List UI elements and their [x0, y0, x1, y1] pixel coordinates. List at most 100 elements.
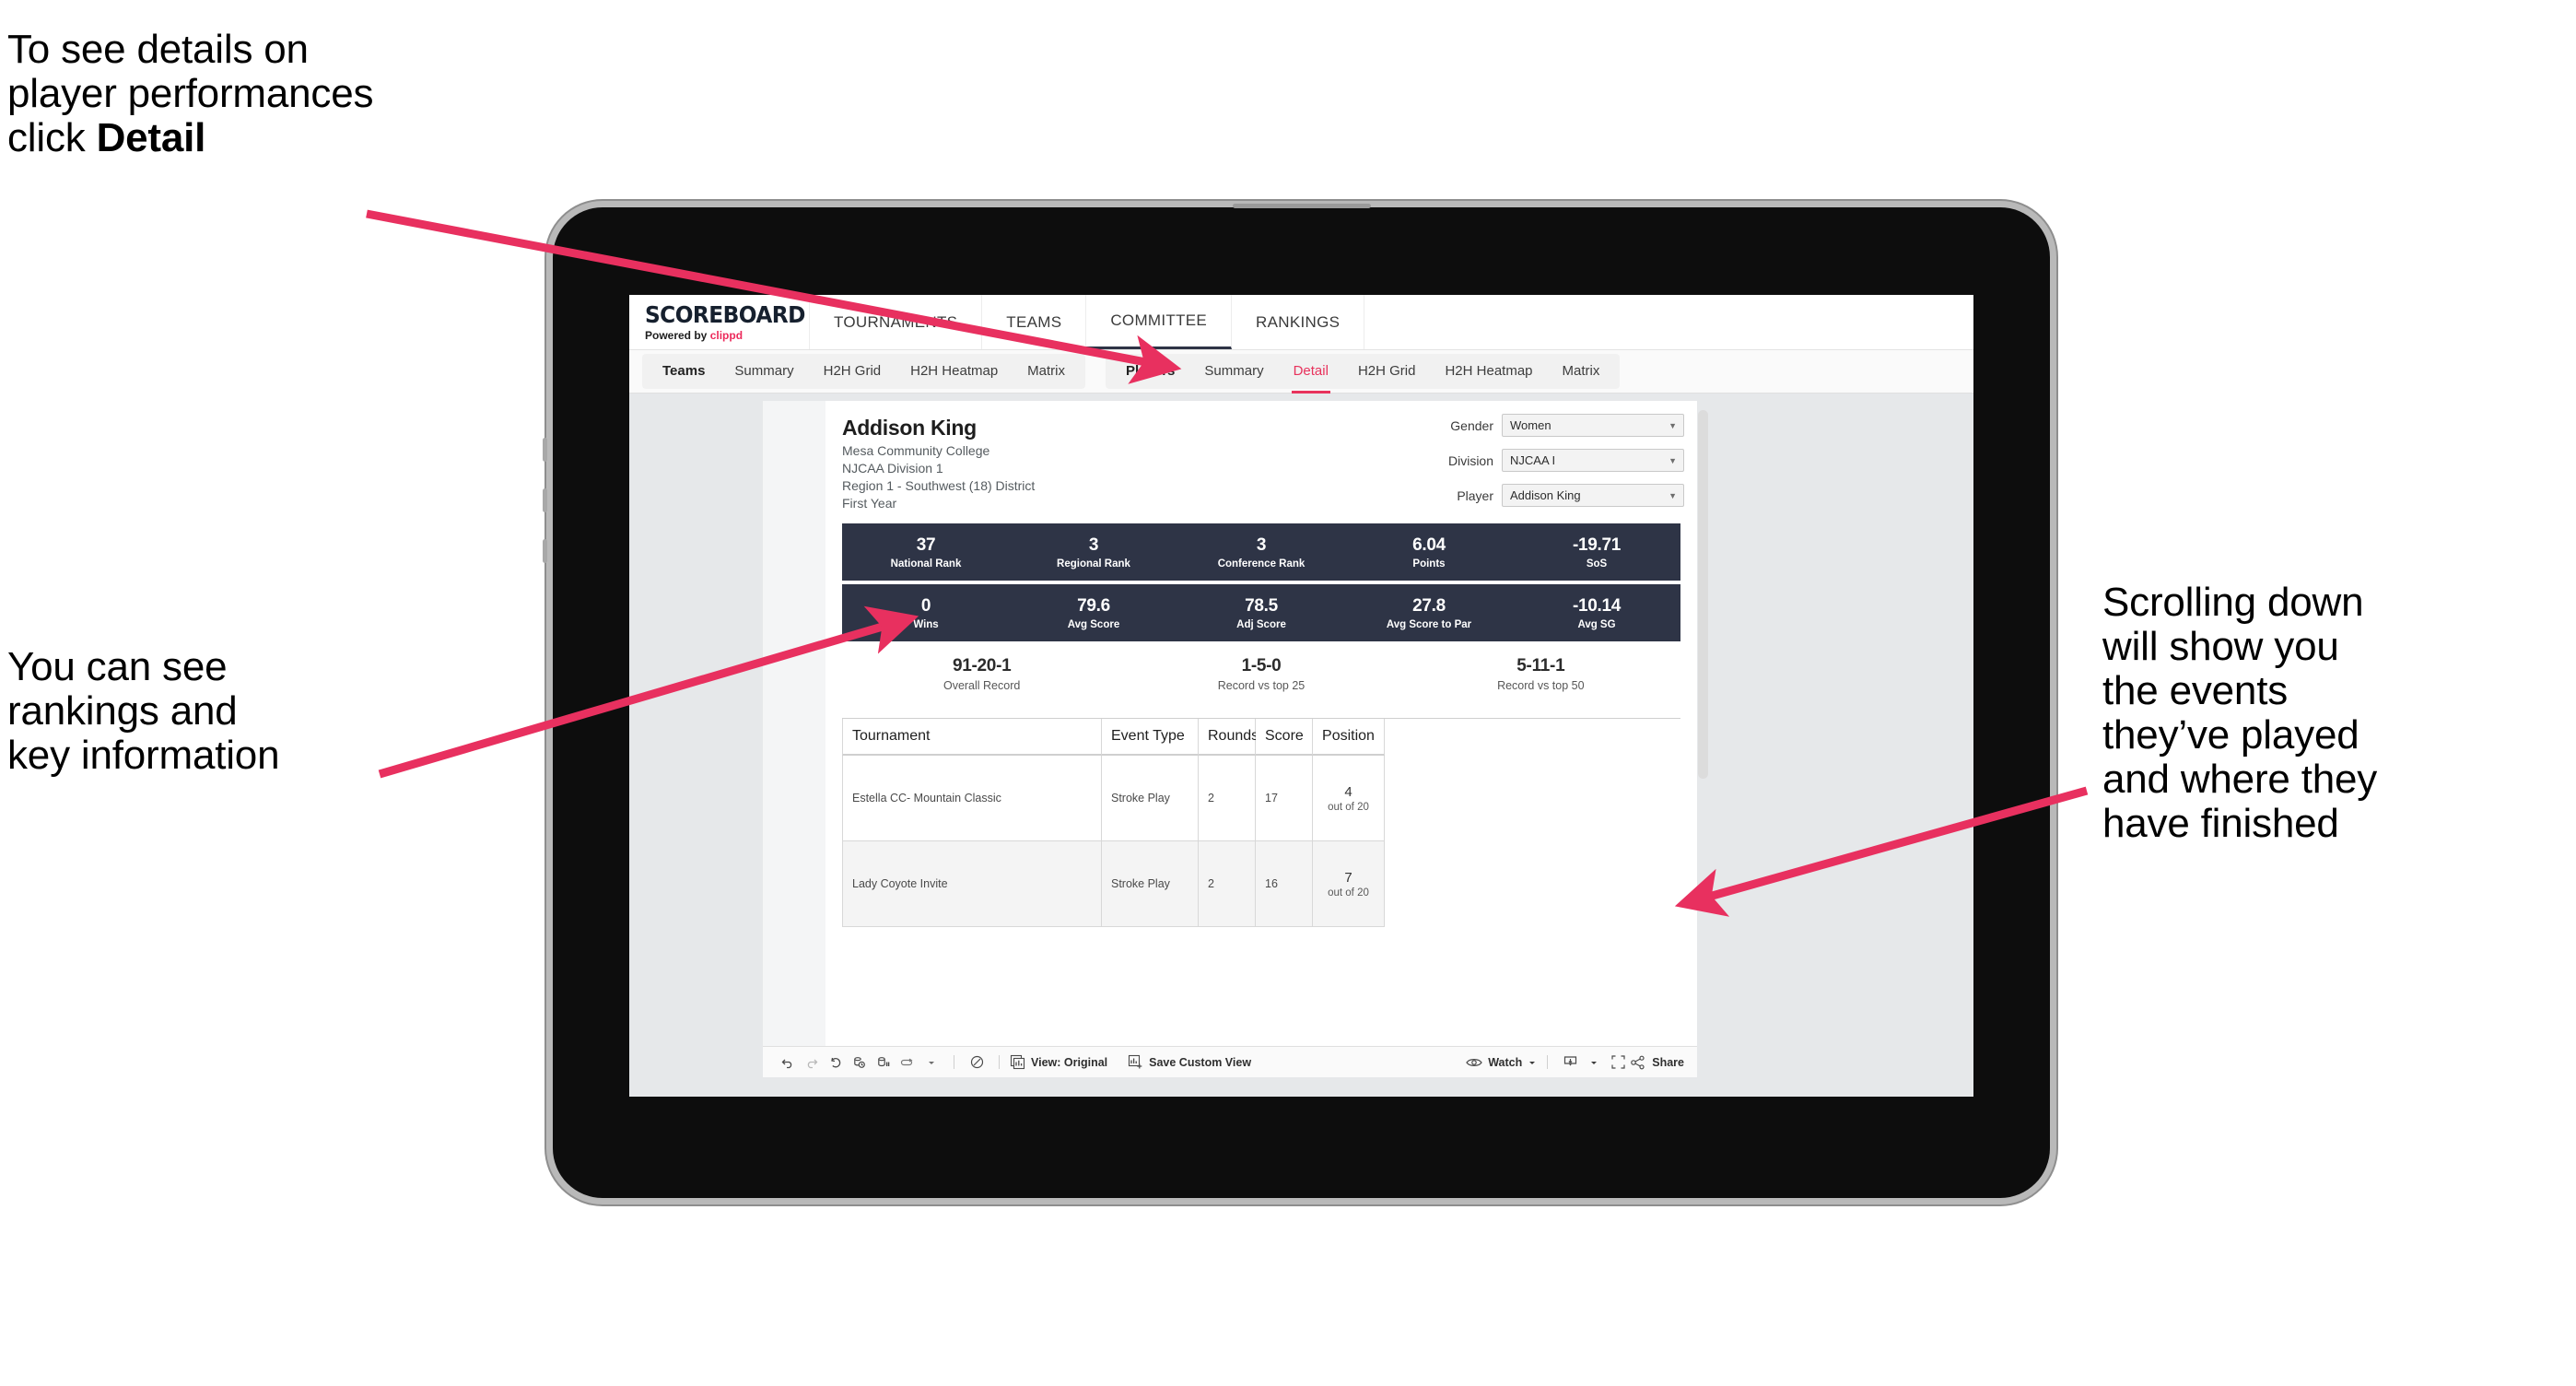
filter-player-value: Addison King: [1510, 488, 1581, 502]
stat-wins-label: Wins: [913, 618, 939, 630]
share-label: Share: [1652, 1055, 1684, 1069]
highlight-icon[interactable]: [965, 1054, 989, 1070]
subnav-item-teams-matrix[interactable]: Matrix: [1013, 354, 1080, 389]
chevron-down-icon: ▼: [1669, 490, 1677, 500]
filter-gender-select[interactable]: Women ▼: [1502, 414, 1684, 437]
callout-detail-bold: Detail: [96, 114, 206, 160]
chevron-down-icon: [1529, 1061, 1536, 1064]
fullscreen-icon[interactable]: [1606, 1054, 1630, 1070]
stat-avg-score-to-par-label: Avg Score to Par: [1386, 618, 1472, 630]
stat-points-label: Points: [1412, 558, 1446, 570]
record-vs-top-25: 1-5-0 Record vs top 25: [1121, 656, 1400, 692]
app-header: SCOREBOARD Powered by clippd TOURNAMENTS…: [629, 295, 1973, 350]
stat-wins: 0 Wins: [842, 596, 1010, 630]
share-button[interactable]: Share: [1630, 1055, 1684, 1070]
watch-button[interactable]: Watch: [1466, 1056, 1537, 1069]
record-vs-top-50-label: Record vs top 50: [1497, 679, 1585, 692]
filter-player-label: Player: [1457, 487, 1493, 503]
record-vs-top-50-value: 5-11-1: [1516, 656, 1565, 675]
table-row[interactable]: Lady Coyote Invite Stroke Play 2 16 7 ou…: [842, 841, 1680, 927]
dashboard-area: Addison King Mesa Community College NJCA…: [629, 393, 1973, 1097]
tablet-side-button-volume-up: [543, 438, 547, 462]
tournament-table: Tournament Event Type Rounds Score Posit…: [842, 718, 1680, 927]
stat-sos-label: SoS: [1586, 558, 1608, 570]
save-custom-view-button[interactable]: Save Custom View: [1128, 1054, 1251, 1070]
column-header-score: Score: [1256, 719, 1313, 756]
cell-position: 4 out of 20: [1313, 756, 1385, 841]
refresh-data-icon[interactable]: [848, 1055, 872, 1070]
watch-label: Watch: [1488, 1055, 1523, 1069]
chevron-down-icon[interactable]: [919, 1058, 943, 1067]
subnav-item-teams-h2h-grid[interactable]: H2H Grid: [809, 354, 896, 389]
player-detail-panel: Addison King Mesa Community College NJCA…: [825, 401, 1708, 1057]
pause-auto-update-icon[interactable]: [896, 1055, 919, 1070]
column-header-tournament: Tournament: [842, 719, 1102, 756]
callout-rankings-text: You can see rankings and key information: [7, 644, 280, 778]
column-header-rounds: Rounds: [1199, 719, 1259, 756]
subnav-item-teams-summary[interactable]: Summary: [720, 354, 808, 389]
subnav-item-players-summary[interactable]: Summary: [1189, 354, 1278, 389]
table-row[interactable]: Estella CC- Mountain Classic Stroke Play…: [842, 756, 1680, 841]
subnav-item-players-detail[interactable]: Detail: [1279, 354, 1343, 393]
revert-icon[interactable]: [824, 1055, 848, 1070]
callout-scroll-text: Scrolling down will show you the events …: [2102, 580, 2378, 846]
toolbar-divider: [1547, 1055, 1549, 1069]
chevron-down-icon[interactable]: [1582, 1058, 1606, 1067]
subnav-players-label: Players: [1126, 363, 1176, 379]
stat-adj-score: 78.5 Adj Score: [1177, 596, 1345, 630]
nav-item-committee[interactable]: COMMITTEE: [1086, 295, 1233, 349]
pause-data-icon[interactable]: [872, 1055, 896, 1070]
filter-division-label: Division: [1447, 452, 1493, 468]
cell-score: 17: [1256, 756, 1313, 841]
brand-logo[interactable]: SCOREBOARD Powered by clippd: [629, 295, 810, 349]
dashboard-card: Addison King Mesa Community College NJCA…: [763, 401, 1708, 1057]
tablet-side-button-power: [543, 539, 547, 563]
cell-rounds: 2: [1199, 756, 1256, 841]
stat-avg-score-to-par: 27.8 Avg Score to Par: [1345, 596, 1513, 630]
stat-avg-score: 79.6 Avg Score: [1010, 596, 1177, 630]
subnav-item-players-h2h-grid[interactable]: H2H Grid: [1343, 354, 1431, 389]
undo-icon[interactable]: [776, 1055, 800, 1070]
cell-rounds: 2: [1199, 841, 1256, 927]
stat-sos-value: -19.71: [1572, 534, 1622, 555]
stat-national-rank-label: National Rank: [890, 558, 962, 570]
cell-position-number: 7: [1344, 869, 1352, 886]
stat-avg-sg-value: -10.14: [1572, 595, 1622, 616]
vertical-scrollbar[interactable]: [1698, 410, 1708, 779]
view-original-button[interactable]: View: Original: [1010, 1054, 1107, 1070]
secondary-nav: Teams Summary H2H Grid H2H Heatmap Matri…: [629, 350, 1973, 393]
subnav-item-players-h2h-heatmap[interactable]: H2H Heatmap: [1430, 354, 1547, 389]
stat-points: 6.04 Points: [1345, 535, 1513, 570]
nav-item-teams[interactable]: TEAMS: [982, 295, 1087, 349]
subnav-group-teams: Teams Summary H2H Grid H2H Heatmap Matri…: [642, 354, 1086, 389]
filter-division-value: NJCAA I: [1510, 453, 1556, 467]
tablet-device-frame: SCOREBOARD Powered by clippd TOURNAMENTS…: [543, 207, 2050, 1198]
filter-division-select[interactable]: NJCAA I ▼: [1502, 449, 1684, 472]
brand-clippd-name: clippd: [709, 328, 744, 342]
stat-avg-sg: -10.14 Avg SG: [1513, 596, 1680, 630]
download-icon[interactable]: [1558, 1054, 1582, 1070]
nav-item-rankings[interactable]: RANKINGS: [1232, 295, 1365, 349]
record-vs-top-25-label: Record vs top 25: [1217, 679, 1306, 692]
filter-division: Division NJCAA I ▼: [1380, 449, 1684, 472]
toolbar-divider: [999, 1055, 1000, 1069]
subnav-item-teams-h2h-heatmap[interactable]: H2H Heatmap: [896, 354, 1013, 389]
view-original-label: View: Original: [1031, 1055, 1108, 1069]
stat-conference-rank: 3 Conference Rank: [1177, 535, 1345, 570]
subnav-group-players: Players Summary Detail H2H Grid H2H Heat…: [1106, 354, 1621, 393]
redo-icon[interactable]: [800, 1055, 824, 1070]
filter-player: Player Addison King ▼: [1380, 484, 1684, 507]
cell-event-type: Stroke Play: [1102, 756, 1199, 841]
cell-tournament: Lady Coyote Invite: [842, 841, 1102, 927]
nav-item-tournaments[interactable]: TOURNAMENTS: [810, 295, 983, 349]
cell-position: 7 out of 20: [1313, 841, 1385, 927]
column-header-event-type: Event Type: [1102, 719, 1199, 756]
stat-national-rank: 37 National Rank: [842, 535, 1010, 570]
subnav-item-players-matrix[interactable]: Matrix: [1548, 354, 1615, 389]
cell-score: 16: [1256, 841, 1313, 927]
tablet-screen: SCOREBOARD Powered by clippd TOURNAMENTS…: [629, 295, 1973, 1097]
stat-avg-score-label: Avg Score: [1067, 618, 1120, 630]
cell-position-number: 4: [1344, 783, 1352, 800]
filter-player-select[interactable]: Addison King ▼: [1502, 484, 1684, 507]
record-overall-label: Overall Record: [943, 679, 1021, 692]
